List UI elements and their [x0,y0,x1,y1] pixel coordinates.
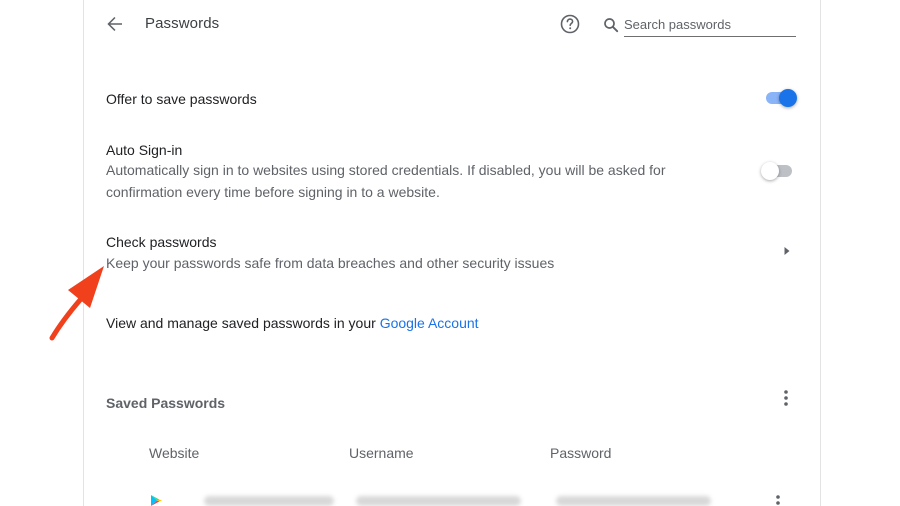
check-passwords-label[interactable]: Check passwords [106,234,217,250]
auto-signin-toggle[interactable] [761,161,795,181]
help-button[interactable] [559,13,581,35]
search-input[interactable] [624,12,796,37]
annotation-arrow-icon [49,266,104,341]
help-circle-icon [560,14,580,34]
google-account-link[interactable]: Google Account [380,315,479,331]
passwords-settings-page: Passwords Offer to save passwords Auto S… [0,0,900,506]
offer-to-save-label: Offer to save passwords [106,91,257,107]
more-vertical-icon[interactable] [780,388,792,408]
toggle-knob [761,162,779,180]
back-button[interactable] [102,11,128,37]
column-header-website: Website [149,445,200,461]
page-title: Passwords [145,15,220,32]
chevron-right-icon[interactable] [781,244,793,258]
offer-to-save-toggle[interactable] [763,88,797,108]
more-vertical-icon[interactable] [772,493,784,506]
blurred-username [356,496,521,506]
search-icon [604,18,619,33]
settings-panel: Passwords Offer to save passwords Auto S… [83,0,821,506]
column-header-password: Password [550,445,612,461]
arrow-left-icon [107,17,122,31]
column-header-username: Username [349,445,414,461]
google-play-icon [151,495,162,506]
manage-passwords-text: View and manage saved passwords in your … [106,315,479,331]
blurred-password [556,496,711,506]
search-box [603,12,797,38]
saved-passwords-heading: Saved Passwords [106,395,226,411]
blurred-website [204,496,334,506]
auto-signin-description: Automatically sign in to websites using … [106,162,666,200]
toggle-knob [779,89,797,107]
manage-passwords-prefix: View and manage saved passwords in your [106,315,380,331]
check-passwords-description: Keep your passwords safe from data breac… [106,255,555,271]
auto-signin-label: Auto Sign-in [106,142,183,158]
